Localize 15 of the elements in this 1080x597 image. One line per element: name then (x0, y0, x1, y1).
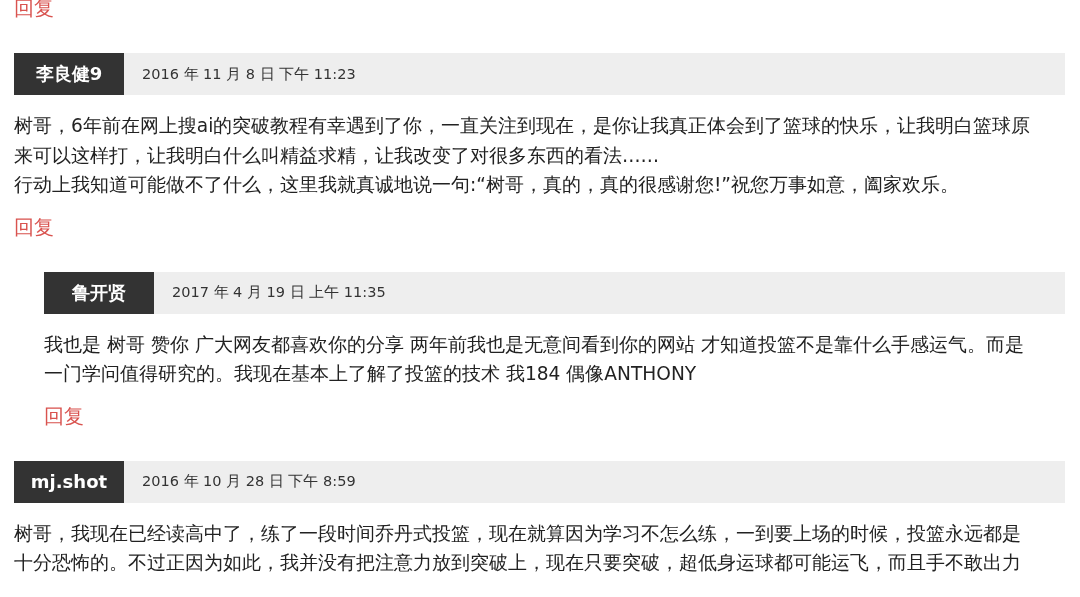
reply-link[interactable]: 回复 (44, 400, 84, 431)
comment-date: 2016 年 11 月 8 日 下午 11:23 (142, 64, 356, 84)
author-name: 李良健9 (14, 53, 124, 95)
comment-text: 十分恐怖的。不过正因为如此，我并没有把注意力放到突破上，现在只要突破，超低身运球都可能运飞，而且手不敢出力 (14, 551, 1021, 575)
comment-text: 我也是 树哥 赞你 广大网友都喜欢你的分享 两年前我也是无意间看到你的网站 才知道投篮不是靠什么手感运气。而是 (44, 332, 1024, 357)
author-name: 鲁开贤 (44, 271, 154, 314)
comment-text: 一门学问值得研究的。我现在基本上了解了投篮的技术 我184 偶像ANTHONY (44, 362, 697, 386)
comment-date: 2017 年 4 月 19 日 上午 11:35 (172, 283, 386, 302)
comment-text: 行动上我知道可能做不了什么，这里我就真诚地说一句:“树哥，真的，真的很感谢您!”祝您万事如意，阖家欢乐。 (14, 173, 959, 197)
comment-date: 2016 年 10 月 28 日 下午 8:59 (142, 472, 356, 491)
author-name: mj.shot (14, 460, 124, 503)
reply-link[interactable]: 回复 (14, 211, 54, 242)
comment-text: 来可以这样打，让我明白什么叫精益求精，让我改变了对很多东西的看法…… (14, 143, 660, 168)
comment-text: 树哥，6年前在网上搜ai的突破教程有幸遇到了你，一直关注到现在，是你让我真正体会到了篮球的快乐，让我明白篮球原 (14, 114, 1031, 138)
comment-text: 树哥，我现在已经读高中了，练了一段时间乔丹式投篮，现在就算因为学习不怎么练，一到要上场的时候，投篮永远都是 (14, 521, 1021, 546)
